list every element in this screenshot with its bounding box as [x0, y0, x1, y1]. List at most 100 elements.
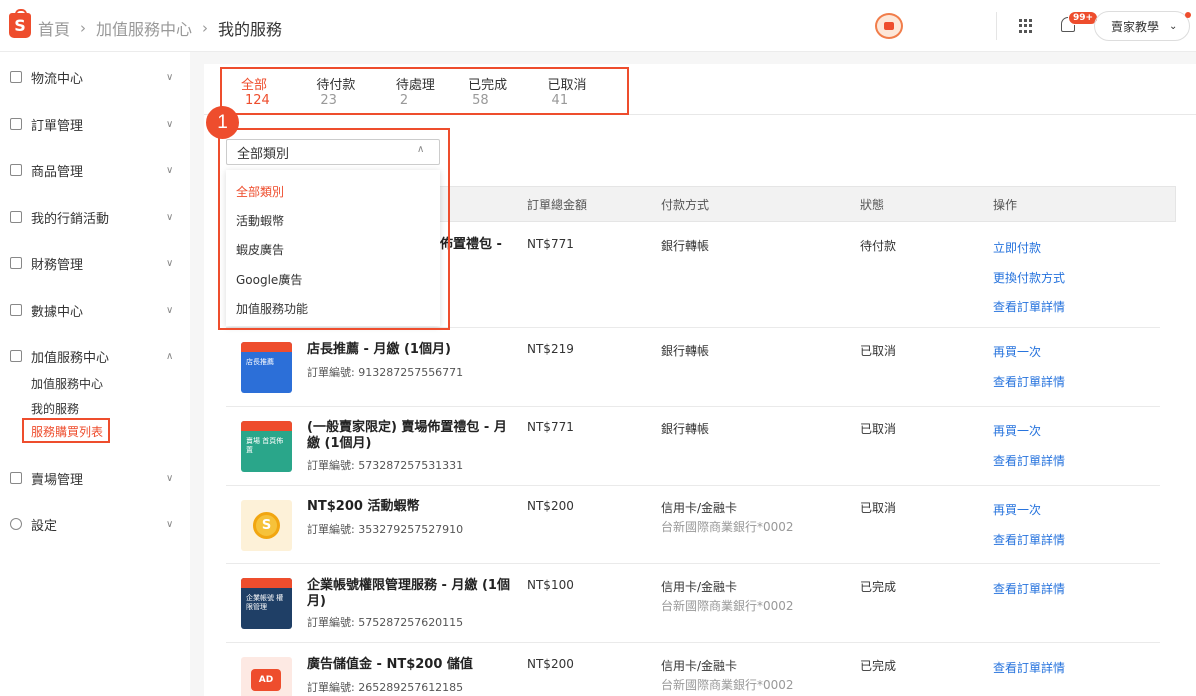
- diamond-icon: [10, 350, 22, 362]
- mascot-icon[interactable]: [875, 13, 903, 39]
- order-amount: NT$219: [527, 342, 574, 356]
- buy-again-link[interactable]: 再買一次: [993, 501, 1041, 518]
- row-divider: [226, 642, 1160, 643]
- sidebar-item-orders[interactable]: 訂單管理 ∨: [0, 111, 190, 137]
- tab-count: 124: [245, 93, 270, 108]
- tab-cancelled[interactable]: 已取消41: [548, 74, 599, 108]
- sidebar-item-value-added[interactable]: 加值服務中心 ∧: [0, 343, 190, 369]
- payment-method: 信用卡/金融卡: [661, 659, 738, 673]
- sidebar-item-products[interactable]: 商品管理 ∨: [0, 157, 190, 183]
- chevron-down-icon: ∨: [166, 211, 174, 223]
- breadcrumb-home[interactable]: 首頁: [38, 16, 70, 40]
- product-thumbnail: AD: [241, 657, 292, 696]
- chevron-down-icon: ∨: [166, 257, 174, 269]
- tab-all[interactable]: 全部124: [241, 74, 288, 108]
- tab-count: 58: [472, 93, 489, 108]
- tab-processing[interactable]: 待處理2: [396, 74, 440, 108]
- payment-bank: 台新國際商業銀行*0002: [661, 599, 794, 613]
- payment-method: 銀行轉帳: [661, 239, 710, 253]
- tab-completed[interactable]: 已完成58: [468, 74, 519, 108]
- sidebar-item-settings[interactable]: 設定 ∨: [0, 511, 190, 537]
- thumbnail-text: 企業帳號 權限管理: [246, 594, 284, 611]
- order-status: 待付款: [860, 239, 897, 253]
- order-status: 已完成: [860, 659, 897, 673]
- sidebar: [0, 52, 190, 696]
- tab-count: 2: [399, 93, 409, 108]
- chevron-down-icon: ∨: [166, 71, 174, 83]
- truck-icon: [10, 71, 22, 83]
- chevron-down-icon: ∨: [166, 472, 174, 484]
- order-number: 訂單編號: 573287257531331: [307, 459, 464, 472]
- gear-icon: [10, 518, 22, 530]
- breadcrumb-value-added-center[interactable]: 加值服務中心: [96, 16, 192, 40]
- shop-icon: [10, 472, 22, 484]
- sidebar-item-label: 商品管理: [31, 164, 84, 180]
- change-payment-link[interactable]: 更換付款方式: [993, 269, 1065, 286]
- sidebar-item-label: 加值服務中心: [31, 350, 110, 366]
- thumbnail-text: 賣場 首頁佈置: [246, 437, 284, 454]
- order-amount: NT$771: [527, 237, 574, 251]
- view-order-link[interactable]: 查看訂單詳情: [993, 298, 1065, 315]
- sidebar-item-shop[interactable]: 賣場管理 ∨: [0, 465, 190, 491]
- sidebar-item-label: 賣場管理: [31, 472, 84, 488]
- order-amount: NT$200: [527, 499, 574, 513]
- user-menu-button[interactable]: 賣家教學 ⌄: [1094, 11, 1190, 41]
- buy-again-link[interactable]: 再買一次: [993, 422, 1041, 439]
- view-order-link[interactable]: 查看訂單詳情: [993, 580, 1065, 597]
- divider: [996, 12, 997, 40]
- sidebar-item-label: 我的行銷活動: [31, 211, 110, 227]
- sidebar-subitem-purchase-list[interactable]: 服務購買列表: [22, 418, 110, 443]
- tab-count: 41: [551, 93, 569, 108]
- box-icon: [10, 164, 22, 176]
- status-tabs: 全部124 待付款23 待處理2 已完成58 已取消41: [220, 67, 629, 115]
- product-thumbnail: 賣場 首頁佈置: [241, 421, 292, 472]
- sidebar-item-data-center[interactable]: 數據中心 ∨: [0, 297, 190, 323]
- product-thumbnail: S: [241, 500, 292, 551]
- tab-pending-payment[interactable]: 待付款23: [316, 74, 367, 108]
- product-thumbnail: 企業帳號 權限管理: [241, 578, 292, 629]
- order-number: 訂單編號: 353279257527910: [307, 523, 464, 536]
- payment-bank: 台新國際商業銀行*0002: [661, 678, 794, 692]
- order-number: 訂單編號: 575287257620115: [307, 616, 464, 629]
- sidebar-item-logistics[interactable]: 物流中心 ∨: [0, 64, 190, 90]
- chart-icon: [10, 304, 22, 316]
- sidebar-item-marketing[interactable]: 我的行銷活動 ∨: [0, 204, 190, 230]
- view-order-link[interactable]: 查看訂單詳情: [993, 452, 1065, 469]
- view-order-link[interactable]: 查看訂單詳情: [993, 373, 1065, 390]
- buy-again-link[interactable]: 再買一次: [993, 343, 1041, 360]
- apps-grid-icon[interactable]: [1019, 19, 1033, 33]
- chevron-down-icon: ∨: [166, 304, 174, 316]
- column-header-amount: 訂單總金額: [527, 198, 588, 212]
- sidebar-item-label: 訂單管理: [31, 118, 84, 134]
- shopee-logo-icon[interactable]: S: [9, 9, 31, 38]
- breadcrumb-my-services: 我的服務: [218, 20, 283, 39]
- chevron-down-icon: ⌄: [1169, 20, 1178, 32]
- coin-icon: S: [253, 512, 280, 539]
- payment-method: 信用卡/金融卡: [661, 501, 738, 515]
- chevron-right-icon: ›: [202, 19, 209, 37]
- tag-icon: [10, 211, 22, 223]
- pay-now-link[interactable]: 立即付款: [993, 239, 1041, 256]
- order-status: 已取消: [860, 501, 897, 515]
- tab-label: 已取消: [547, 78, 587, 93]
- view-order-link[interactable]: 查看訂單詳情: [993, 659, 1065, 676]
- chevron-up-icon: ∧: [166, 350, 174, 362]
- sidebar-item-label: 財務管理: [31, 257, 84, 273]
- breadcrumb: 首頁 › 加值服務中心 › 我的服務: [38, 16, 282, 40]
- sidebar-subitem-label: 服務購買列表: [31, 425, 104, 439]
- product-name: 廣告儲值金 - NT$200 儲值: [307, 657, 473, 672]
- document-icon: [10, 118, 22, 130]
- sidebar-subitem-my-services[interactable]: 我的服務: [31, 400, 79, 417]
- payment-method: 銀行轉帳: [661, 344, 710, 358]
- tab-label: 待處理: [395, 78, 435, 93]
- column-header-payment: 付款方式: [661, 198, 710, 212]
- sidebar-subitem-value-added-center[interactable]: 加值服務中心: [31, 375, 103, 392]
- column-header-status: 狀態: [860, 198, 885, 212]
- sidebar-item-finance[interactable]: 財務管理 ∨: [0, 250, 190, 276]
- order-number: 訂單編號: 265289257612185: [307, 681, 464, 694]
- tab-label: 待付款: [316, 78, 356, 93]
- view-order-link[interactable]: 查看訂單詳情: [993, 531, 1065, 548]
- sidebar-item-label: 數據中心: [31, 304, 84, 320]
- row-divider: [226, 485, 1160, 486]
- order-number: 訂單編號: 913287257556771: [307, 366, 464, 379]
